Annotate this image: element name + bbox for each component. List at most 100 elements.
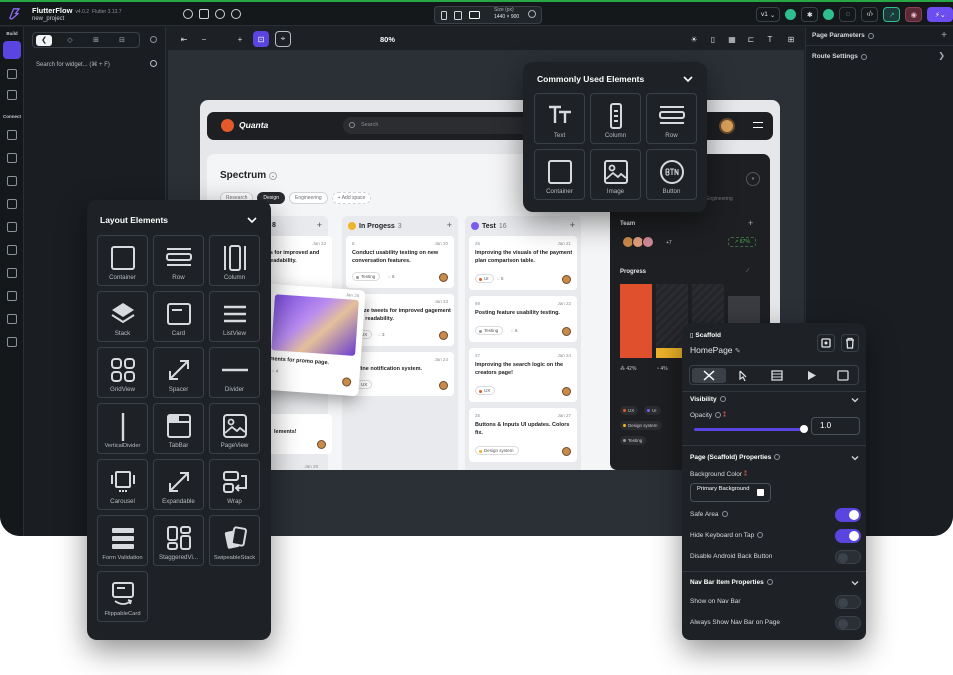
inspect-mode-icon[interactable]: ⌖ — [275, 31, 291, 47]
element-button[interactable]: Button — [646, 149, 697, 200]
logic-icon[interactable] — [7, 245, 17, 255]
api-icon[interactable] — [7, 176, 17, 186]
tab-animations[interactable] — [794, 368, 828, 383]
zoom-out-icon[interactable]: − — [196, 31, 212, 47]
layout-tab-icon[interactable]: ⊞ — [88, 35, 104, 46]
element-column[interactable]: Column — [590, 93, 641, 144]
chat-icon[interactable]: ◌ — [839, 7, 857, 22]
element-spacer[interactable]: Spacer — [153, 347, 204, 398]
chart-icon[interactable]: ⟋ — [746, 268, 750, 274]
command-icon[interactable] — [199, 9, 209, 19]
chevron-down-icon[interactable] — [247, 215, 257, 225]
tab-engineering[interactable]: Engineering — [288, 192, 328, 204]
variable-icon[interactable]: ⁑ — [744, 471, 747, 478]
element-carousel[interactable]: Carousel — [97, 459, 148, 510]
preview-search[interactable]: Search — [343, 117, 533, 134]
info-icon[interactable] — [150, 36, 157, 43]
page-parameters-header[interactable]: Page Parameters — [812, 32, 874, 39]
delete-icon[interactable] — [841, 334, 859, 352]
link-icon[interactable] — [231, 9, 241, 19]
tab-backend[interactable] — [760, 368, 794, 383]
help-icon[interactable] — [183, 9, 193, 19]
desktop-icon[interactable] — [469, 11, 480, 19]
task-card[interactable]: 8 Jan 20 Conduct usability testing on ne… — [346, 236, 454, 288]
element-text[interactable]: Text — [534, 93, 585, 144]
element-divider[interactable]: Divider — [209, 347, 260, 398]
dragged-task-card[interactable]: Jan 25 ments for promo page. ◌ 4 — [260, 283, 366, 397]
tab-properties[interactable] — [692, 368, 726, 383]
zoom-level[interactable]: 80% — [380, 35, 395, 44]
run-lightning-button[interactable]: ⚡⌄ — [927, 7, 953, 22]
route-settings-header[interactable]: Route Settings — [812, 53, 867, 60]
task-card[interactable]: 26 Jan 21 Improving the visuals of the p… — [469, 236, 577, 290]
select-mode-icon[interactable]: ⊡ — [253, 31, 269, 47]
element-flippable-card[interactable]: FlippableCard — [97, 571, 148, 622]
element-row[interactable]: Row — [646, 93, 697, 144]
background-color-picker[interactable]: Primary Background — [690, 483, 771, 502]
flutter-tab-icon[interactable]: ❮ — [36, 34, 52, 46]
element-image[interactable]: Image — [590, 149, 641, 200]
widget-tree-icon[interactable] — [3, 41, 21, 59]
variable-icon[interactable]: ⁑ — [723, 412, 726, 419]
ai-icon[interactable] — [7, 291, 17, 301]
gem-tab-icon[interactable]: ◇ — [62, 35, 78, 46]
page-properties-header[interactable]: Page (Scaffold) Properties — [690, 454, 781, 461]
copy-icon[interactable] — [817, 334, 835, 352]
element-expandable[interactable]: Expandable — [153, 459, 204, 510]
status-check-icon[interactable] — [785, 9, 797, 20]
opacity-input[interactable]: 1.0 — [811, 417, 860, 435]
page-name[interactable]: HomePage ✎ — [690, 345, 741, 355]
opacity-slider-track[interactable] — [694, 428, 804, 431]
element-tabbar[interactable]: TabBar — [153, 403, 204, 454]
task-card[interactable]: 27 Jan 24 Improving the search logic on … — [469, 348, 577, 402]
element-wrap[interactable]: Wrap — [209, 459, 260, 510]
list-icon[interactable] — [7, 69, 17, 79]
hide-keyboard-toggle[interactable] — [835, 529, 861, 543]
element-pageview[interactable]: PageView — [209, 403, 260, 454]
chevron-down-icon[interactable] — [683, 74, 693, 84]
media-icon[interactable] — [7, 222, 17, 232]
layout-grid-icon[interactable]: ⊞ — [783, 31, 799, 47]
element-listview[interactable]: ListView — [209, 291, 260, 342]
tab-code[interactable] — [826, 368, 860, 383]
element-swipeable-stack[interactable]: SwipeableStack — [209, 515, 260, 566]
show-nav-toggle[interactable] — [835, 595, 861, 609]
version-select[interactable]: v1 ⌄ — [756, 7, 781, 22]
add-member-icon[interactable]: + — [748, 218, 753, 228]
add-card-icon[interactable]: + — [570, 220, 575, 230]
chevron-down-icon[interactable]: ⌄ — [269, 172, 277, 180]
add-card-icon[interactable]: + — [447, 220, 452, 230]
add-space-button[interactable]: + Add space — [331, 192, 372, 204]
element-row[interactable]: Row — [153, 235, 204, 286]
element-container[interactable]: Container — [534, 149, 585, 200]
widget-search-input[interactable]: Search for widget... (⌘ + F) — [36, 61, 110, 68]
font-size-icon[interactable]: T — [762, 31, 778, 47]
device-frame-icon[interactable]: ▯ — [705, 31, 721, 47]
sync-check-icon[interactable] — [823, 9, 835, 20]
safe-area-toggle[interactable] — [835, 508, 861, 522]
disable-back-toggle[interactable] — [835, 550, 861, 564]
element-stack[interactable]: Stack — [97, 291, 148, 342]
tab-actions[interactable] — [726, 368, 760, 383]
calculator-icon[interactable]: ▦ — [724, 31, 740, 47]
code-icon[interactable]: ‹/› — [861, 7, 879, 22]
collapse-panel-icon[interactable]: ⇤ — [176, 31, 192, 47]
chevron-down-icon[interactable] — [851, 396, 859, 404]
search-icon[interactable] — [215, 9, 225, 19]
size-info-icon[interactable] — [528, 10, 536, 18]
element-form-validation[interactable]: Form Validation — [97, 515, 148, 566]
table-icon[interactable] — [7, 153, 17, 163]
visibility-header[interactable]: Visibility — [690, 396, 726, 403]
task-card[interactable]: 25 Jan 27 Buttons & Inputs UI updates. C… — [469, 408, 577, 462]
avatar[interactable] — [719, 118, 735, 134]
project-name[interactable]: new_project — [32, 16, 64, 22]
preview-eye-icon[interactable]: ◉ — [905, 7, 923, 22]
nav-bar-properties-header[interactable]: Nav Bar Item Properties — [690, 579, 773, 586]
theme-toggle-icon[interactable]: ☀ — [686, 31, 702, 47]
add-card-icon[interactable]: + — [317, 220, 322, 230]
add-parameter-icon[interactable]: + — [941, 30, 947, 41]
element-column[interactable]: Column — [209, 235, 260, 286]
chevron-down-icon[interactable] — [851, 579, 859, 587]
zoom-in-icon[interactable]: + — [232, 31, 248, 47]
element-staggered-view[interactable]: StaggeredVi... — [153, 515, 204, 566]
